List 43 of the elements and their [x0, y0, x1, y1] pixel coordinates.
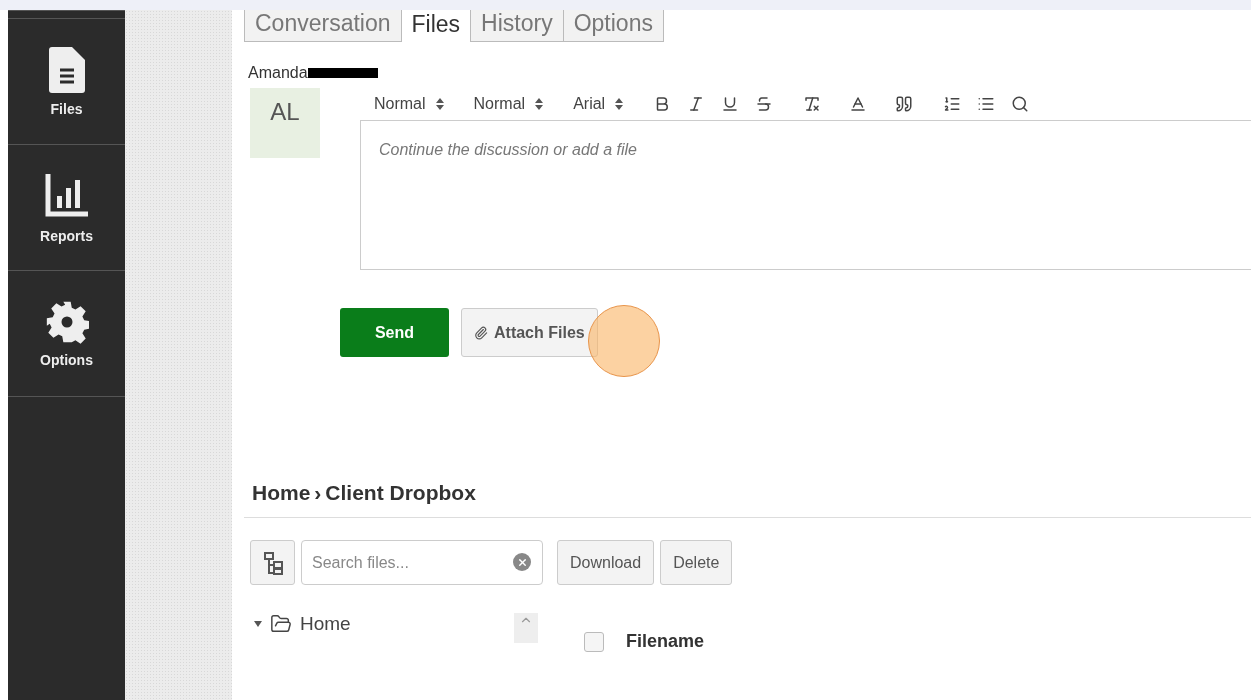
breadcrumb-link[interactable]: Home [252, 481, 311, 505]
checkbox[interactable] [584, 631, 604, 652]
sidebar-item[interactable]: Files [8, 18, 125, 144]
tree-item[interactable]: Home [300, 613, 351, 635]
format-select[interactable]: Normal [374, 95, 444, 113]
breadcrumb-separator: › [314, 481, 322, 505]
tab[interactable]: Conversation [244, 10, 402, 42]
search-icon[interactable] [1011, 95, 1030, 113]
underline-icon[interactable] [721, 95, 740, 113]
search-field[interactable]: Search files... [301, 540, 543, 585]
placeholder-text: Continue the discussion or add a file [379, 141, 637, 158]
numbered-list-icon[interactable] [943, 95, 962, 113]
document-icon [48, 46, 85, 93]
author-name: Amanda [248, 64, 308, 82]
paperclip-icon [474, 325, 488, 340]
sidebar-item[interactable]: Options [8, 270, 125, 397]
toolbar-button[interactable]: Download [557, 540, 655, 585]
gear-icon [44, 299, 89, 344]
column-header: Filename [626, 631, 705, 652]
tab[interactable]: Options [562, 10, 664, 42]
message-field[interactable]: Continue the discussion or add a file [360, 120, 1251, 270]
toolbar-button[interactable]: Delete [660, 540, 733, 585]
text-color-icon[interactable] [849, 95, 868, 113]
folder-icon [270, 613, 292, 635]
tab[interactable]: History [470, 10, 564, 42]
sort-icon [535, 98, 544, 110]
caret-icon[interactable] [254, 620, 262, 628]
bar-chart-icon [44, 171, 89, 220]
quote-icon[interactable] [895, 95, 914, 113]
breadcrumb-current: Client Dropbox [325, 481, 476, 505]
sort-icon [615, 98, 624, 110]
bullet-list-icon[interactable] [977, 95, 996, 113]
scrollbar[interactable] [514, 613, 538, 643]
avatar: AL [250, 88, 320, 158]
clear-format-icon[interactable] [803, 95, 822, 113]
tree-icon [261, 550, 284, 575]
strikethrough-icon[interactable] [755, 95, 774, 113]
attach-files-button[interactable]: Attach Files [461, 308, 598, 357]
format-select[interactable]: Arial [573, 95, 624, 113]
tree-view-button[interactable] [250, 540, 295, 585]
send-button[interactable]: Send [340, 308, 449, 357]
sort-icon [435, 98, 444, 110]
format-select[interactable]: Normal [473, 95, 544, 113]
